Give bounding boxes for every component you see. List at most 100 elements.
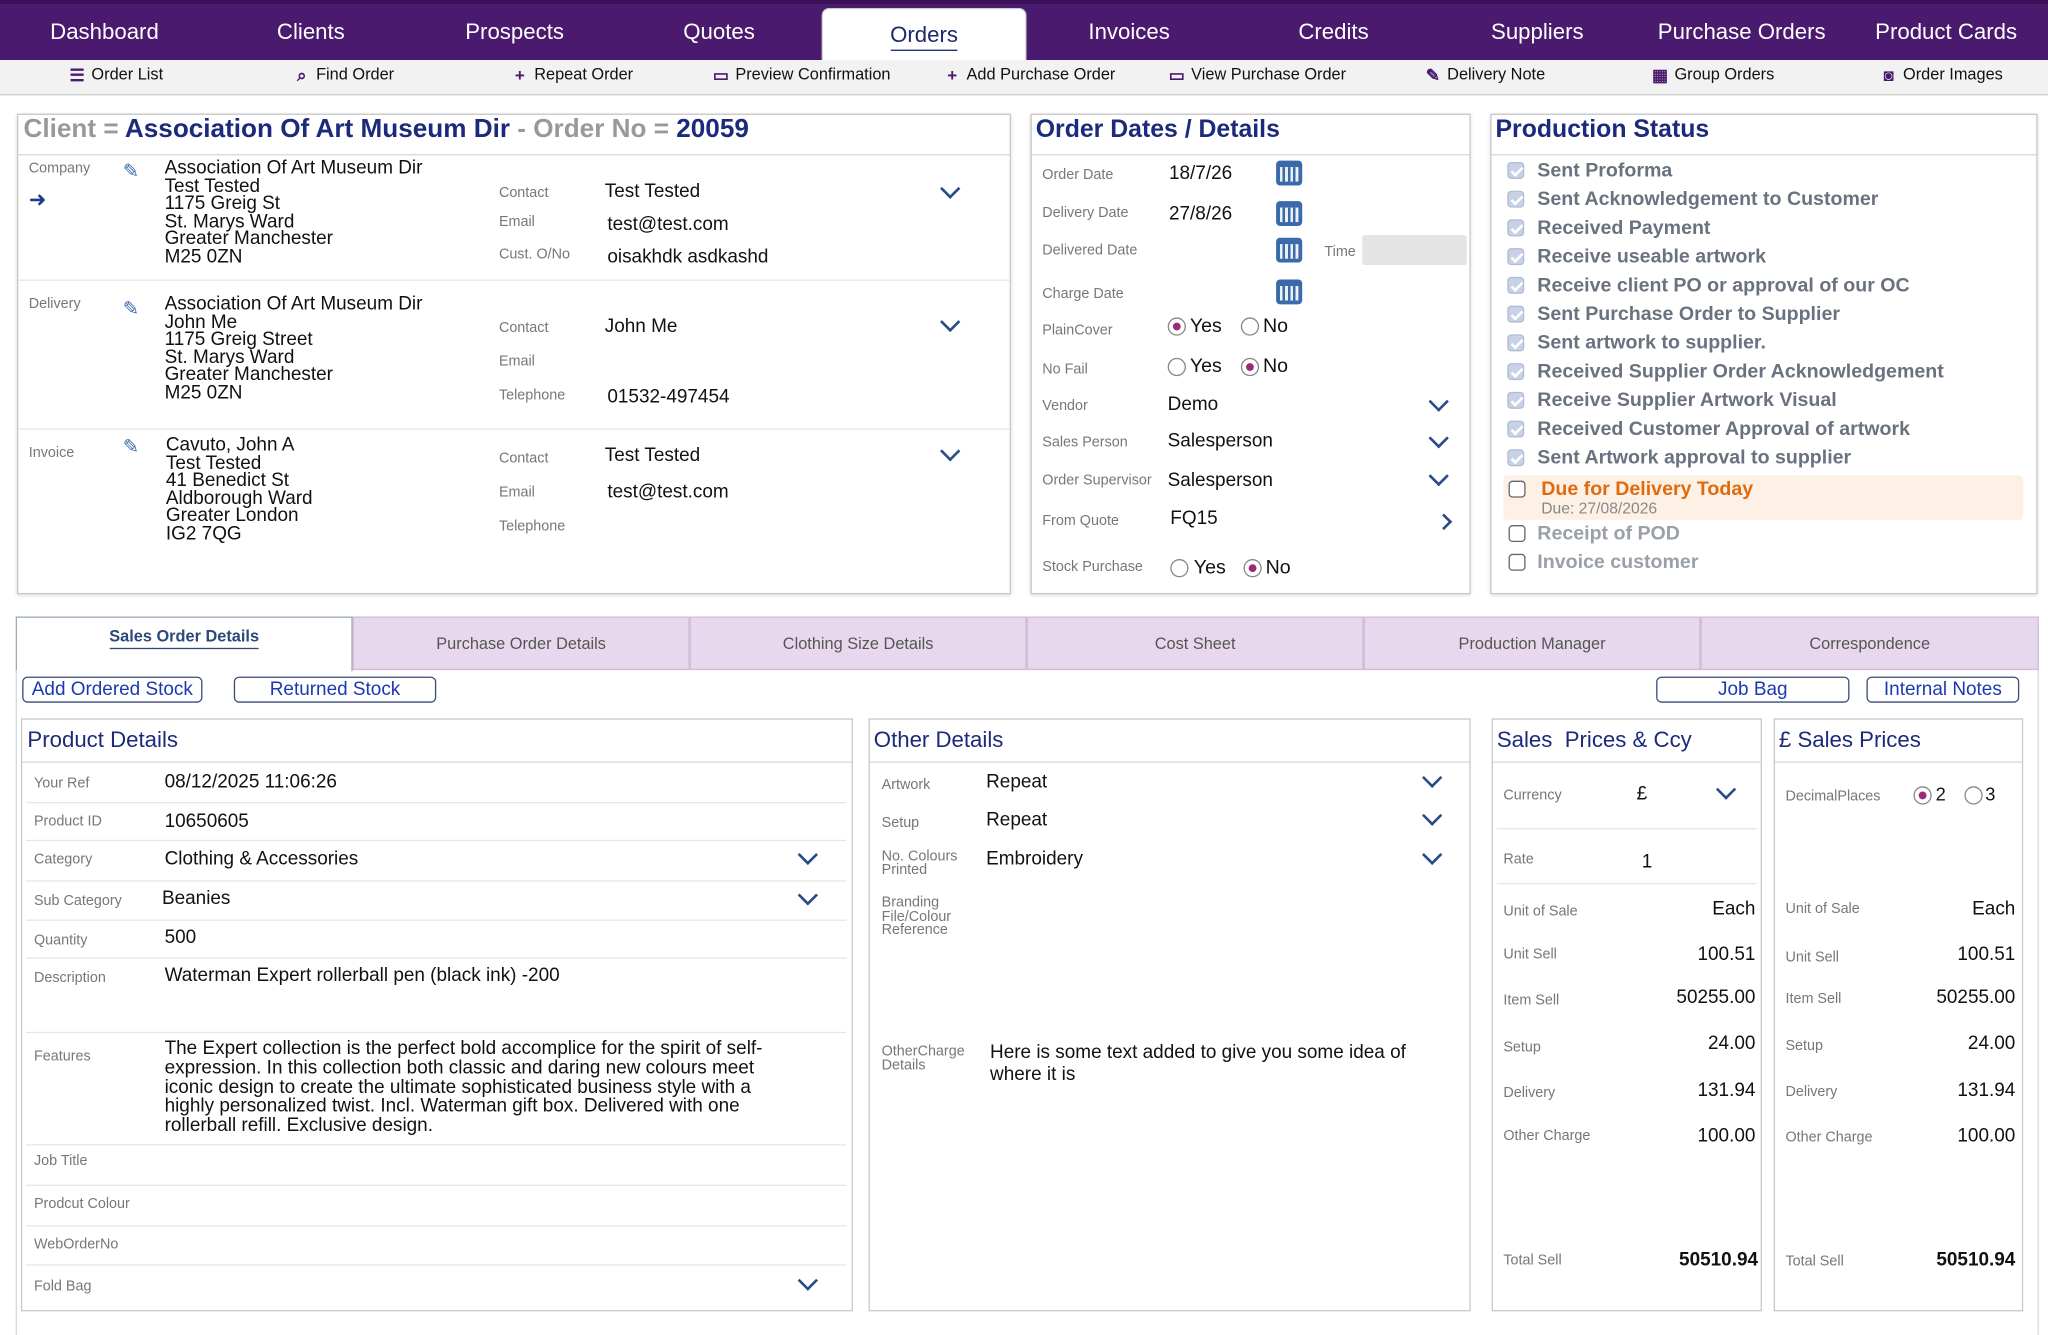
tab-production-manager[interactable]: Production Manager (1363, 616, 1701, 671)
product-details-title: Product Details (27, 727, 178, 753)
calendar-icon[interactable] (1276, 160, 1303, 186)
invoice-contact-select[interactable]: Test Tested (605, 445, 700, 466)
nofail-no-radio[interactable] (1240, 357, 1260, 377)
status-item: Sent Acknowledgement to Customer (1537, 188, 1879, 211)
sub-category-select[interactable]: Beanies (162, 888, 230, 909)
delivery-note-button[interactable]: ✎ Delivery Note (1424, 65, 1545, 83)
calendar-icon[interactable] (1276, 201, 1303, 226)
branding-label-line: Reference (881, 922, 948, 938)
arrow-right-icon[interactable]: ➜ (29, 187, 47, 213)
add-purchase-order-button[interactable]: + Add Purchase Order (943, 65, 1115, 83)
decimal-2-radio[interactable] (1913, 786, 1932, 805)
from-quote-link[interactable]: FQ15 (1170, 508, 1217, 529)
nav-tab-credits[interactable]: Credits (1232, 4, 1436, 60)
other-charge-value[interactable]: 100.00 (1648, 1126, 1755, 1147)
status-checkbox-checked[interactable] (1507, 449, 1525, 467)
nav-tab-prospects[interactable]: Prospects (413, 4, 617, 60)
description-field[interactable]: Waterman Expert rollerball pen (black in… (165, 965, 560, 986)
time-label: Time (1324, 244, 1356, 260)
calendar-icon[interactable] (1276, 237, 1303, 263)
nav-tab-dashboard[interactable]: Dashboard (0, 4, 209, 60)
order-date-field[interactable]: 18/7/26 (1169, 163, 1232, 184)
stock-purchase-yes-radio[interactable] (1170, 559, 1189, 578)
order-list-button[interactable]: ☰ Order List (68, 65, 163, 83)
features-field[interactable]: The Expert collection is the perfect bol… (165, 1039, 805, 1137)
status-checkbox-checked[interactable] (1507, 305, 1525, 323)
nav-tab-quotes[interactable]: Quotes (616, 4, 821, 60)
colours-select[interactable]: Embroidery (986, 849, 1083, 870)
edit-invoice-pencil-icon[interactable]: ✎ (123, 437, 144, 459)
add-purchase-order-label: Add Purchase Order (966, 65, 1116, 84)
tab-sales-order-details[interactable]: Sales Order Details (15, 616, 353, 672)
status-item: Receive Supplier Artwork Visual (1537, 389, 1837, 412)
find-order-button[interactable]: ⌕ Find Order (293, 65, 394, 83)
other-details-title: Other Details (873, 727, 1004, 753)
invoice-email-field[interactable]: test@test.com (607, 482, 728, 503)
setup-select[interactable]: Repeat (986, 810, 1047, 831)
quantity-field[interactable]: 500 (165, 927, 197, 948)
tab-cost-sheet[interactable]: Cost Sheet (1026, 616, 1364, 671)
decimal-3-radio[interactable] (1964, 786, 1983, 805)
plaincover-yes-radio[interactable] (1167, 317, 1186, 336)
status-checkbox-checked[interactable] (1507, 420, 1525, 438)
delivery-contact-select[interactable]: John Me (605, 316, 678, 337)
job-title-label: Job Title (33, 1153, 88, 1169)
nav-tab-invoices[interactable]: Invoices (1027, 4, 1232, 60)
status-item: Received Customer Approval of artwork (1537, 417, 1911, 441)
gbp-unit-of-sale-label: Unit of Sale (1785, 901, 1860, 917)
delivery-phone-field[interactable]: 01532-497454 (607, 387, 729, 408)
plaincover-no-radio[interactable] (1240, 317, 1260, 336)
status-checkbox-unchecked[interactable] (1508, 553, 1526, 571)
calendar-icon[interactable] (1276, 279, 1303, 305)
group-orders-button[interactable]: ▦ Group Orders (1651, 65, 1774, 83)
edit-company-pencil-icon[interactable]: ✎ (123, 161, 144, 183)
preview-confirmation-button[interactable]: ▭ Preview Confirmation (712, 65, 891, 83)
view-purchase-order-button[interactable]: ▭ View Purchase Order (1168, 65, 1346, 83)
company-email-field[interactable]: test@test.com (607, 214, 728, 235)
rate-field[interactable]: 1 (1642, 852, 1653, 873)
tab-purchase-order-details[interactable]: Purchase Order Details (352, 616, 690, 671)
status-checkbox-checked[interactable] (1507, 219, 1525, 237)
status-checkbox-unchecked[interactable] (1508, 480, 1526, 498)
order-images-button[interactable]: ◙ Order Images (1880, 65, 2003, 83)
status-checkbox-checked[interactable] (1507, 276, 1525, 294)
status-checkbox-unchecked[interactable] (1508, 525, 1526, 543)
tab-clothing-size-details[interactable]: Clothing Size Details (689, 616, 1027, 671)
artwork-label: Artwork (881, 777, 931, 793)
nofail-yes-radio[interactable] (1167, 357, 1186, 377)
nav-tab-product-cards[interactable]: Product Cards (1844, 4, 2048, 60)
othercharge-field[interactable]: Here is some text added to give you some… (990, 1042, 1441, 1086)
tab-correspondence[interactable]: Correspondence (1700, 616, 2039, 671)
order-dates-title: Order Dates / Details (1035, 116, 1280, 144)
nav-tab-purchase-orders[interactable]: Purchase Orders (1639, 4, 1844, 60)
status-checkbox-checked[interactable] (1507, 161, 1525, 179)
status-checkbox-checked[interactable] (1507, 334, 1525, 352)
status-checkbox-checked[interactable] (1507, 190, 1525, 208)
product-id-field[interactable]: 10650605 (165, 811, 249, 832)
status-checkbox-checked[interactable] (1507, 363, 1525, 381)
time-field[interactable] (1362, 235, 1467, 266)
nav-tab-orders[interactable]: Orders (821, 7, 1027, 64)
delivery-date-field[interactable]: 27/8/26 (1169, 204, 1232, 225)
unit-sell-value[interactable]: 100.51 (1648, 944, 1755, 965)
artwork-select[interactable]: Repeat (986, 772, 1047, 793)
sales-person-select[interactable]: Salesperson (1168, 431, 1273, 452)
your-ref-field[interactable]: 08/12/2025 11:06:26 (165, 772, 337, 793)
nav-tab-clients[interactable]: Clients (209, 4, 413, 60)
vendor-select[interactable]: Demo (1168, 394, 1219, 415)
edit-delivery-pencil-icon[interactable]: ✎ (123, 298, 144, 320)
nav-tab-suppliers[interactable]: Suppliers (1435, 4, 1639, 60)
supervisor-select[interactable]: Salesperson (1168, 470, 1273, 491)
delivery-price-value[interactable]: 131.94 (1648, 1080, 1755, 1101)
status-checkbox-checked[interactable] (1507, 391, 1525, 409)
stock-purchase-no-radio[interactable] (1243, 559, 1262, 578)
setup-price-value[interactable]: 24.00 (1648, 1033, 1755, 1054)
setup-label: Setup (881, 815, 920, 831)
company-contact-select[interactable]: Test Tested (605, 182, 700, 203)
repeat-order-button[interactable]: + Repeat Order (511, 65, 633, 83)
status-checkbox-checked[interactable] (1507, 248, 1525, 266)
category-select[interactable]: Clothing & Accessories (165, 849, 359, 870)
gbp-unit-sell-label: Unit Sell (1785, 949, 1839, 966)
currency-select[interactable]: £ (1637, 784, 1648, 805)
cust-order-no-field[interactable]: oisakhdk asdkashd (607, 247, 768, 268)
